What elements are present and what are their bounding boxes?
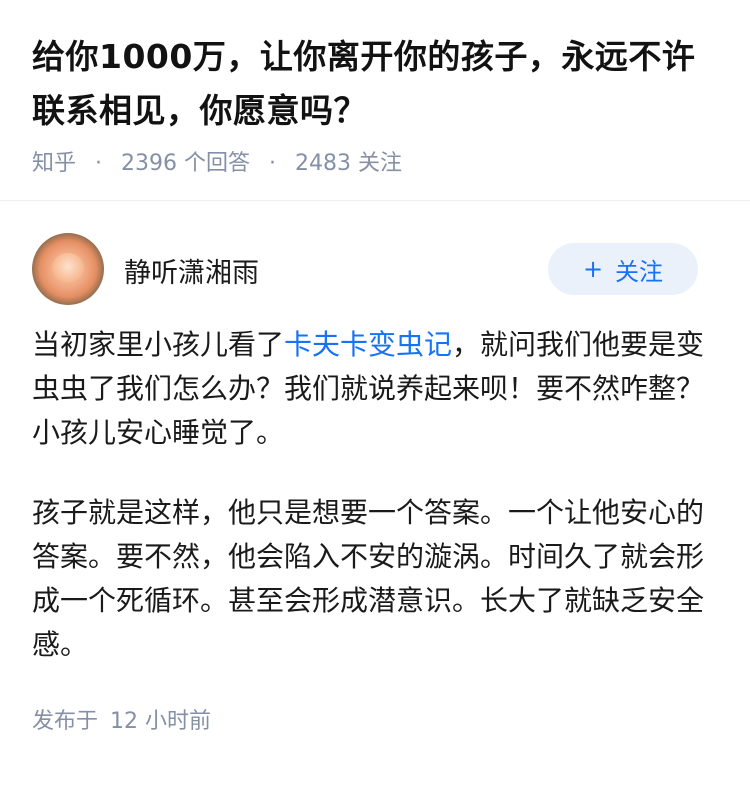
answer-content: 当初家里小孩儿看了卡夫卡变虫记，就问我们他要是变虫虫了我们怎么办？我们就说养起来…	[0, 323, 750, 667]
meta-separator: ·	[95, 151, 103, 176]
follower-count-label: 关注	[358, 151, 403, 176]
book-link[interactable]: 卡夫卡变虫记	[284, 328, 452, 361]
author-row: 静听潇湘雨 + 关注	[0, 233, 750, 313]
question-meta: 知乎 · 2396 个回答 · 2483 关注	[32, 148, 718, 180]
answer-paragraph: 孩子就是这样，他只是想要一个答案。一个让他安心的答案。要不然，他会陷入不安的漩涡…	[32, 496, 705, 661]
follower-count: 2483	[295, 151, 352, 176]
divider	[0, 200, 750, 201]
answer-count: 2396	[121, 151, 178, 176]
question-title[interactable]: 给你1000万，让你离开你的孩子，永远不许联系相见，你愿意吗？	[32, 30, 718, 138]
answer-text: 当初家里小孩儿看了	[32, 328, 285, 361]
follow-button-label: 关注	[615, 257, 664, 286]
answer-count-label: 个回答	[184, 151, 251, 176]
published-label: 发布于	[32, 709, 99, 734]
author-name[interactable]: 静听潇湘雨	[124, 251, 259, 290]
avatar[interactable]	[32, 233, 104, 305]
source-label[interactable]: 知乎	[32, 151, 76, 176]
published-time: 12 小时前	[110, 709, 212, 734]
meta-separator: ·	[269, 151, 277, 176]
published-info: 发布于 12 小时前	[0, 703, 750, 735]
follow-button[interactable]: + 关注	[548, 243, 698, 295]
question-header: 给你1000万，让你离开你的孩子，永远不许联系相见，你愿意吗？ 知乎 · 239…	[0, 0, 750, 176]
answer-paragraph: 当初家里小孩儿看了卡夫卡变虫记，就问我们他要是变虫虫了我们怎么办？我们就说养起来…	[32, 323, 718, 455]
plus-icon: +	[582, 255, 604, 283]
